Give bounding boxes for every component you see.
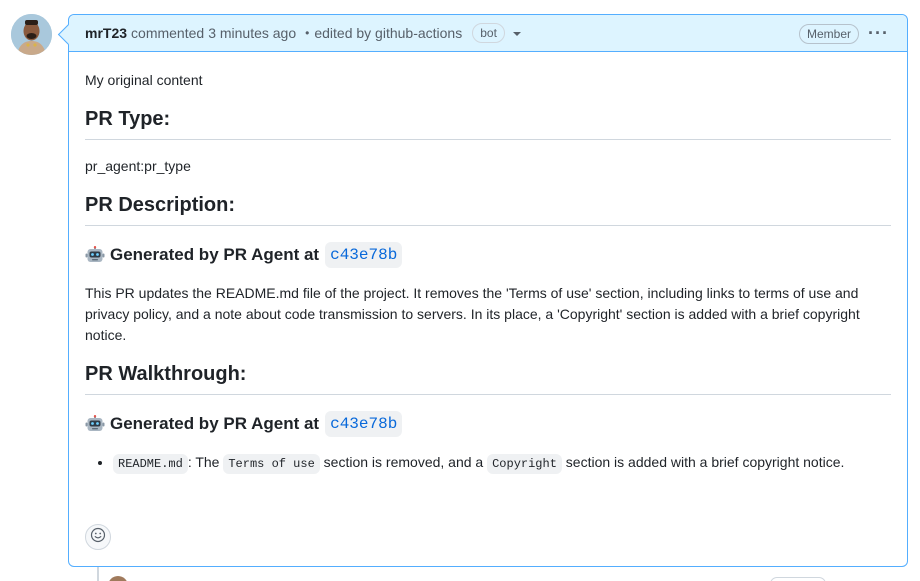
pr-type-value: pr_agent:pr_type xyxy=(85,158,191,174)
timeline-line xyxy=(97,566,99,581)
bot-badge: bot xyxy=(472,23,505,43)
comment-header: mrT23 commented 3 minutes ago • edited b… xyxy=(69,15,907,52)
comment-body: My original content PR Type: pr_agent:pr… xyxy=(69,52,907,475)
walkthrough-text-3: section is added with a brief copyright … xyxy=(565,454,845,470)
comment-timestamp[interactable]: 3 minutes ago xyxy=(208,25,296,41)
pr-description-heading: PR Description: xyxy=(85,193,891,226)
robot-icon xyxy=(85,415,105,433)
terms-code: Terms of use xyxy=(223,454,320,474)
walkthrough-text-1: : The xyxy=(187,454,220,470)
member-badge: Member xyxy=(798,24,859,44)
pr-description-text: This PR updates the README.md file of th… xyxy=(85,285,860,343)
comment-box: mrT23 commented 3 minutes ago • edited b… xyxy=(68,14,908,567)
copyright-code: Copyright xyxy=(487,454,562,474)
robot-icon xyxy=(85,246,105,264)
comment-action: commented xyxy=(131,25,205,41)
author-link[interactable]: mrT23 xyxy=(85,25,127,41)
edited-by-text[interactable]: edited by github-actions xyxy=(314,25,462,41)
add-reaction-button[interactable] xyxy=(85,524,111,550)
generated-label-1: Generated by PR Agent at xyxy=(110,245,320,264)
generated-heading-description: Generated by PR Agent at c43e78b xyxy=(85,242,891,268)
pr-type-heading: PR Type: xyxy=(85,107,891,140)
pr-walkthrough-heading: PR Walkthrough: xyxy=(85,362,891,395)
avatar[interactable] xyxy=(11,14,52,55)
chevron-down-icon[interactable] xyxy=(512,32,521,36)
commit-sha-link-1[interactable]: c43e78b xyxy=(325,242,403,268)
generated-label-2: Generated by PR Agent at xyxy=(110,414,320,433)
next-comment-badge xyxy=(770,577,826,581)
walkthrough-list: README.md: The Terms of use section is r… xyxy=(113,452,891,475)
kebab-horizontal-icon[interactable]: ··· xyxy=(868,23,889,43)
intro-text: My original content xyxy=(85,72,203,88)
commit-sha-link-2[interactable]: c43e78b xyxy=(325,411,403,437)
file-name-code: README.md xyxy=(113,454,188,474)
walkthrough-text-2: section is removed, and a xyxy=(323,454,484,470)
smiley-icon xyxy=(90,527,106,548)
list-item: README.md: The Terms of use section is r… xyxy=(113,452,891,475)
generated-heading-walkthrough: Generated by PR Agent at c43e78b xyxy=(85,411,891,437)
next-comment-avatar[interactable] xyxy=(108,576,128,581)
header-separator: • xyxy=(305,26,310,40)
